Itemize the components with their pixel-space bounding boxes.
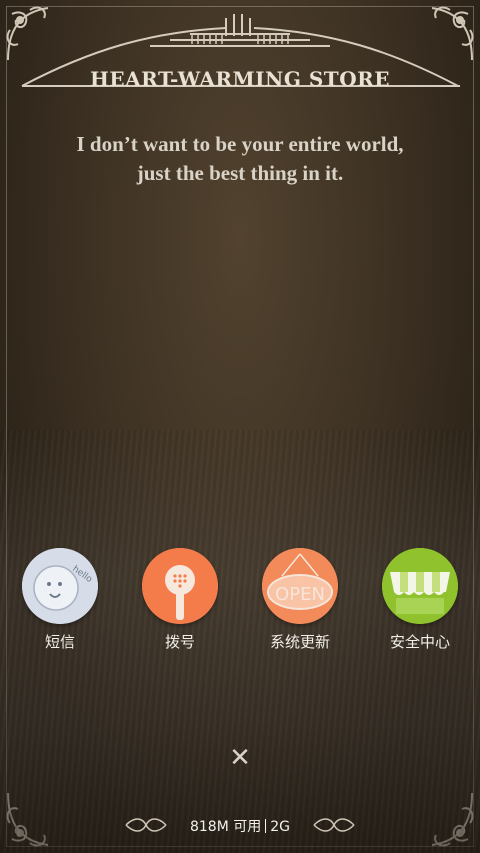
app-label: 安全中心 — [389, 633, 450, 651]
app-label: 拨号 — [164, 633, 195, 651]
app-label: 系统更新 — [269, 633, 330, 651]
quote-text: I don’t want to be your entire world, ju… — [30, 130, 450, 188]
quote-line-2: just the best thing in it. — [136, 161, 344, 185]
open-sign-icon[interactable]: OPEN — [262, 548, 338, 624]
network-type: 2G — [270, 819, 291, 835]
app-security-center[interactable]: 安全中心 — [365, 548, 475, 652]
quote-line-1: I don’t want to be your entire world, — [76, 132, 404, 156]
phone-handset-icon[interactable] — [142, 548, 218, 624]
launcher-screen: HEART-WARMING STORE I don’t want to be y… — [0, 0, 480, 853]
app-system-update[interactable]: OPEN 系统更新 — [245, 548, 355, 652]
svg-text:OPEN: OPEN — [275, 584, 325, 605]
store-title: HEART-WARMING STORE — [90, 67, 390, 91]
memory-network-status: 818M 可用 2G — [0, 816, 480, 836]
app-shortcuts: hello 短信 拨号 OPEN 系统更新 安全中心 — [0, 548, 480, 658]
store-header: HEART-WARMING STORE — [0, 10, 480, 100]
scroll-ornament-icon — [312, 817, 356, 833]
status-divider — [265, 819, 267, 833]
awning-shop-icon[interactable] — [382, 548, 458, 624]
app-dialer[interactable]: 拨号 — [125, 548, 235, 652]
memory-available: 818M 可用 — [189, 819, 262, 835]
app-label: 短信 — [44, 633, 75, 651]
close-icon[interactable]: ✕ — [226, 744, 254, 772]
sms-face-icon[interactable]: hello — [22, 548, 98, 624]
status-footer: 818M 可用 2G — [0, 812, 480, 838]
app-sms[interactable]: hello 短信 — [5, 548, 115, 652]
